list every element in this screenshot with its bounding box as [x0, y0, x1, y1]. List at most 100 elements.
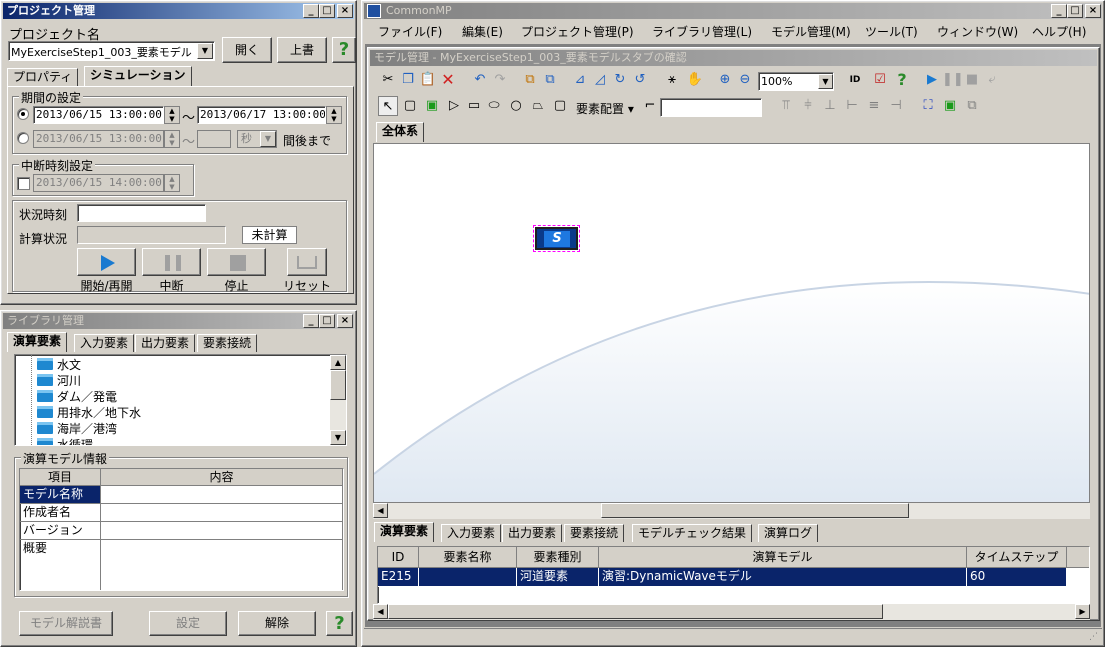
group-icon[interactable]: ▣ — [940, 96, 960, 116]
rect-element-icon[interactable]: ▢ — [400, 96, 420, 116]
align-left-icon[interactable]: ⊢ — [842, 96, 862, 116]
maximize-button[interactable]: □ — [319, 314, 335, 328]
align-bottom-icon[interactable]: ⊥ — [820, 96, 840, 116]
period-end-spinner[interactable]: ▲ ▼ — [326, 106, 342, 124]
layout-dropdown[interactable]: 要素配置 ▾ — [576, 100, 634, 117]
tab-properties[interactable]: プロパティ — [7, 68, 79, 86]
stop-button[interactable] — [207, 248, 266, 276]
flip-h-icon[interactable]: ⊿ — [570, 70, 590, 90]
menu-model[interactable]: モデル管理(M) — [771, 24, 851, 40]
bring-front-icon[interactable]: ⧉ — [520, 70, 540, 90]
tab-compute-elements[interactable]: 演算要素 — [7, 332, 68, 352]
info-row-author[interactable]: 作成者名 — [20, 504, 101, 522]
tree-item-river[interactable]: 河川 — [37, 373, 81, 389]
tab-bottom-input[interactable]: 入力要素 — [441, 524, 502, 542]
tab-bottom-compute[interactable]: 演算要素 — [374, 522, 435, 542]
minimize-button[interactable]: _ — [303, 314, 319, 328]
align-middle-icon[interactable]: ⫩ — [798, 96, 818, 116]
start-button[interactable] — [77, 248, 136, 276]
layout-icon[interactable]: ⚹ — [662, 70, 682, 90]
select-pointer-icon[interactable]: ↖ — [378, 96, 398, 116]
resize-grip-icon[interactable]: ⋰ — [1089, 632, 1100, 643]
maximize-button[interactable]: □ — [319, 4, 335, 18]
rectangle-icon[interactable]: ▭ — [464, 96, 484, 116]
settings-button[interactable]: 設定 — [149, 611, 227, 636]
period-start2-field[interactable]: 2013/06/15 13:00:00 — [33, 130, 164, 148]
menu-project[interactable]: プロジェクト管理(P) — [521, 24, 634, 40]
tab-whole-system[interactable]: 全体系 — [376, 122, 425, 142]
model-manual-button[interactable]: モデル解説書 — [19, 611, 113, 636]
menu-library[interactable]: ライブラリ管理(L) — [652, 24, 752, 40]
project-name-select[interactable]: MyExerciseStep1_003_要素モデル ▼ — [8, 41, 215, 61]
period-end-field[interactable]: 2013/06/17 13:00:00 — [197, 106, 326, 124]
model-check-icon[interactable]: ☑ — [870, 70, 890, 90]
align-right-icon[interactable]: ⊣ — [886, 96, 906, 116]
canvas-scroll-thumb[interactable] — [601, 503, 909, 518]
scroll-left-icon[interactable]: ◀ — [373, 604, 388, 619]
tab-bottom-output[interactable]: 出力要素 — [502, 524, 563, 542]
align-center-icon[interactable]: ≡ — [864, 96, 884, 116]
interrupt-checkbox[interactable] — [17, 177, 30, 190]
tree-scroll-thumb[interactable] — [330, 370, 346, 400]
delete-icon[interactable]: ✕ — [438, 70, 458, 90]
chevron-down-icon[interactable]: ▼ — [818, 74, 833, 89]
connector-icon[interactable]: ⌐ — [640, 96, 660, 116]
river-element-node[interactable]: S — [533, 225, 580, 252]
info-row-summary[interactable]: 概要 — [20, 540, 101, 590]
reset-button[interactable] — [287, 248, 327, 276]
tab-bottom-model-check[interactable]: モデルチェック結果 — [632, 524, 753, 542]
menu-file[interactable]: ファイル(F) — [378, 24, 442, 40]
chevron-down-icon[interactable]: ▼ — [260, 131, 276, 147]
green-rect-icon[interactable]: ▣ — [422, 96, 442, 116]
help-button[interactable]: ? — [332, 37, 356, 63]
help-icon[interactable]: ? — [892, 70, 912, 90]
period-start-spinner[interactable]: ▲ ▼ — [164, 106, 180, 124]
minimize-button[interactable]: _ — [1051, 4, 1067, 18]
tree-item-water-use[interactable]: 用排水／地下水 — [37, 405, 141, 421]
grid-scroll-thumb[interactable] — [388, 604, 883, 619]
menu-edit[interactable]: 編集(E) — [462, 24, 503, 40]
id-icon[interactable]: ID — [845, 70, 865, 90]
scroll-right-icon[interactable]: ▶ — [1075, 604, 1090, 619]
interrupt-time-field[interactable]: 2013/06/15 14:00:00 — [33, 174, 164, 192]
chevron-down-icon[interactable]: ▼ — [197, 43, 213, 59]
pan-hand-icon[interactable]: ✋ — [685, 70, 705, 90]
unit-select[interactable]: 秒 ▼ — [237, 130, 277, 148]
tab-element-connection[interactable]: 要素接続 — [197, 334, 258, 352]
tab-bottom-connection[interactable]: 要素接続 — [564, 524, 625, 542]
zoom-out-icon[interactable]: ⊖ — [735, 70, 755, 90]
zoom-in-icon[interactable]: ⊕ — [715, 70, 735, 90]
period-radio-range[interactable] — [17, 108, 29, 120]
trapezoid-icon[interactable]: ⏢ — [528, 96, 548, 116]
ellipse-icon[interactable]: ⬭ — [484, 96, 504, 116]
same-size-icon[interactable]: ⛶ — [918, 96, 938, 116]
release-button[interactable]: 解除 — [238, 611, 316, 636]
interrupt-spinner[interactable]: ▲ ▼ — [164, 174, 180, 192]
tree-item-coast[interactable]: 海岸／港湾 — [37, 421, 117, 437]
duration-field[interactable] — [197, 130, 231, 148]
copy-icon[interactable]: ❐ — [398, 70, 418, 90]
info-row-model-name[interactable]: モデル名称 — [20, 486, 101, 504]
grid-hscrollbar[interactable]: ◀ ▶ — [373, 604, 1090, 620]
scroll-left-icon[interactable]: ◀ — [373, 503, 388, 518]
send-back-icon[interactable]: ⧉ — [540, 70, 560, 90]
tab-bottom-log[interactable]: 演算ログ — [758, 524, 819, 542]
overwrite-button[interactable]: 上書 — [277, 37, 327, 63]
redo-icon[interactable]: ↷ — [490, 70, 510, 90]
period-start2-spinner[interactable]: ▲ ▼ — [164, 130, 180, 148]
menu-window[interactable]: ウィンドウ(W) — [937, 24, 1018, 40]
stop-icon[interactable]: ■ — [962, 70, 982, 90]
minimize-button[interactable]: _ — [303, 4, 319, 18]
tree-item-water-cycle[interactable]: 水循環 — [37, 437, 93, 445]
model-canvas[interactable]: S — [373, 143, 1090, 503]
circle-icon[interactable]: ○ — [506, 96, 526, 116]
zoom-select[interactable]: 100% ▼ — [758, 72, 834, 91]
maximize-button[interactable]: □ — [1067, 4, 1083, 18]
pause-icon[interactable]: ❚❚ — [942, 70, 964, 90]
pause-button[interactable] — [142, 248, 201, 276]
flip-v-icon[interactable]: ◿ — [590, 70, 610, 90]
canvas-hscrollbar[interactable]: ◀ — [373, 503, 1090, 519]
paste-icon[interactable]: 📋 — [418, 70, 438, 90]
close-button[interactable]: × — [337, 4, 353, 18]
run-icon[interactable]: ▶ — [922, 70, 942, 90]
